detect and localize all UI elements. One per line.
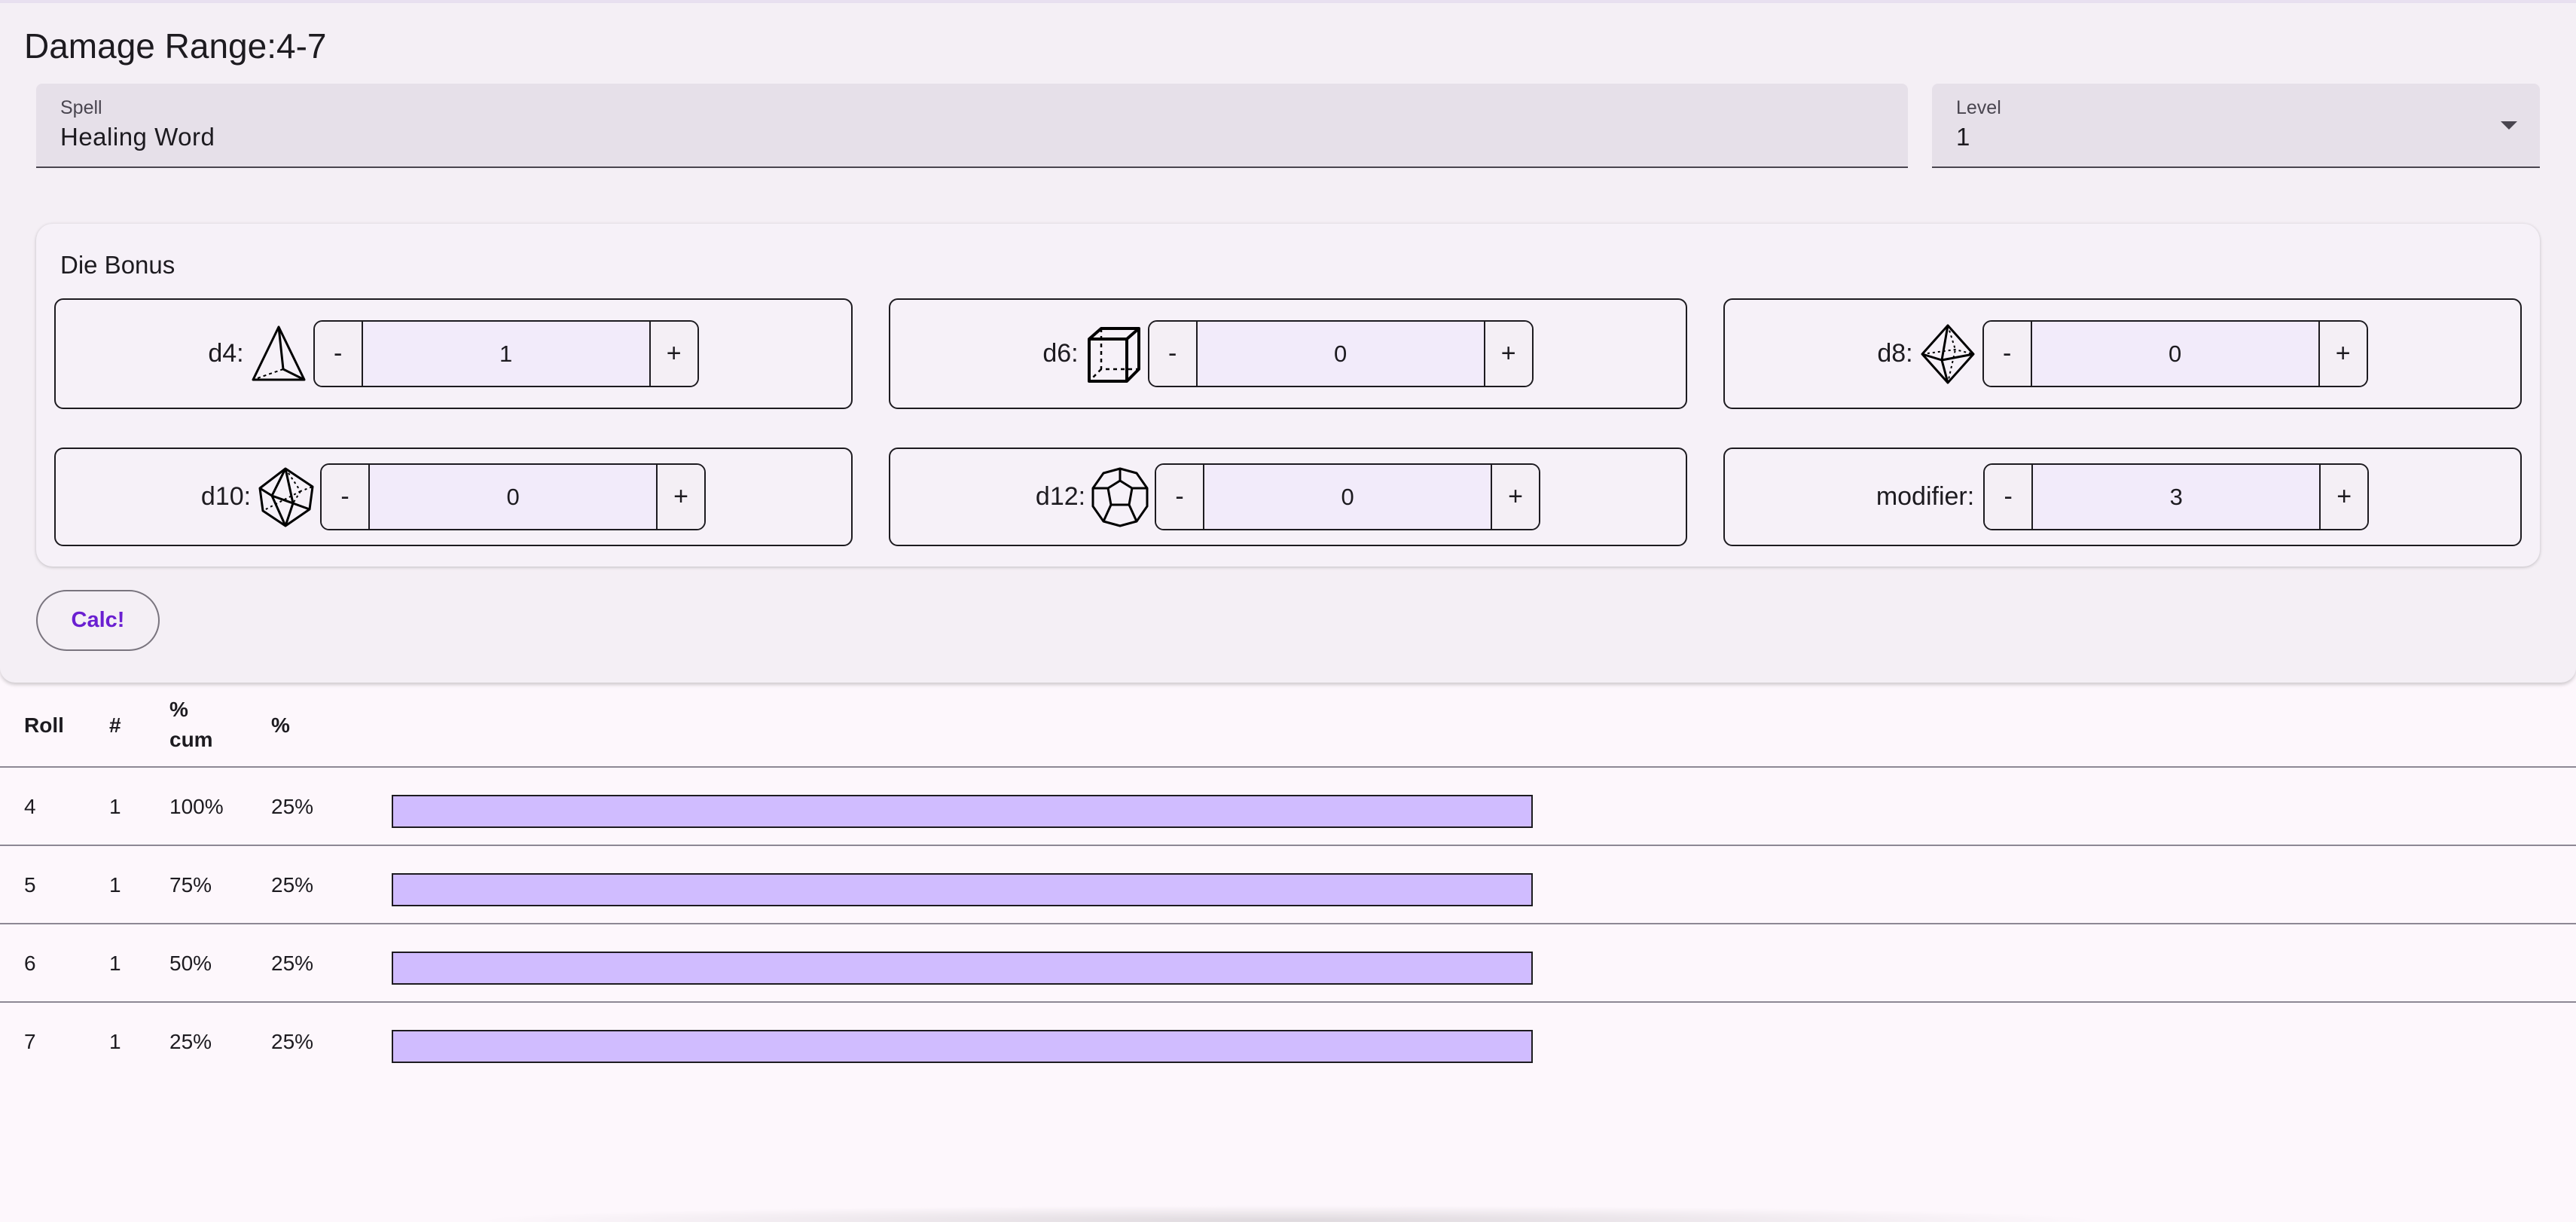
modifier-decrement-button[interactable]: - [1985,465,2034,529]
dropdown-arrow-icon[interactable] [2501,121,2517,130]
header-cum-line1: % [169,698,188,721]
modifier-value[interactable]: 3 [2033,465,2320,529]
die-box-d4: d4: - 1 + [54,298,853,409]
table-row: 4 1 100% 25% [0,768,2576,846]
die-box-d12: d12: - 0 + [889,448,1687,546]
die-label-d4: d4: [208,339,244,368]
cell-cum: 100% [169,795,224,818]
probability-bar-track [392,795,1533,828]
d12-stepper[interactable]: - 0 + [1155,463,1541,530]
d10-pentagonal-trapezohedron-icon [255,466,316,529]
level-select[interactable]: Level 1 [1932,84,2540,168]
modifier-increment-button[interactable]: + [2319,465,2368,529]
d10-stepper[interactable]: - 0 + [320,463,707,530]
d8-stepper[interactable]: - 0 + [1982,320,2368,387]
cell-cum: 75% [169,873,212,897]
cell-percent: 25% [271,952,314,975]
d8-count-value[interactable]: 0 [2031,322,2318,386]
cell-cum: 25% [169,1030,212,1053]
cell-count: 1 [109,795,121,818]
table-row: 6 1 50% 25% [0,924,2576,1003]
d8-increment-button[interactable]: + [2318,322,2367,386]
probability-bar [392,1030,1533,1063]
probability-bar-track [392,873,1533,906]
cell-roll: 4 [24,795,36,818]
d6-decrement-button[interactable]: - [1149,322,1198,386]
d6-count-value[interactable]: 0 [1197,322,1484,386]
d10-decrement-button[interactable]: - [322,465,371,529]
cell-count: 1 [109,1030,121,1053]
d12-dodecahedron-icon [1090,466,1150,529]
d6-cube-icon [1083,322,1143,386]
cell-percent: 25% [271,1030,314,1053]
header-percent: % [271,713,290,737]
level-select-value[interactable]: 1 [1956,123,1970,151]
results-table-header: Roll # % cum % [0,687,2576,768]
header-count: # [109,713,121,737]
level-select-label: Level [1956,97,2001,118]
probability-bar-track [392,1030,1533,1063]
die-box-d10: d10: - 0 + [54,448,853,546]
table-row: 7 1 25% 25% [0,1003,2576,1081]
die-label-d6: d6: [1042,339,1079,368]
cell-roll: 7 [24,1030,36,1053]
d10-increment-button[interactable]: + [656,465,705,529]
header-cum-line2: cum [169,728,213,751]
spell-field[interactable]: Spell Healing Word [36,84,1908,168]
die-box-d8: d8: - 0 + [1723,298,2522,409]
table-row: 5 1 75% 25% [0,846,2576,924]
die-label-d10: d10: [200,482,252,511]
die-bonus-title: Die Bonus [60,251,175,279]
die-label-d8: d8: [1877,339,1913,368]
d12-count-value[interactable]: 0 [1204,465,1491,529]
cell-roll: 6 [24,952,36,975]
damage-range-title: Damage Range:4-7 [24,26,327,66]
die-box-d6: d6: - 0 + [889,298,1687,409]
d4-decrement-button[interactable]: - [314,322,363,386]
d4-increment-button[interactable]: + [649,322,697,386]
cell-percent: 25% [271,873,314,897]
calc-button[interactable]: Calc! [36,590,160,651]
d4-tetrahedron-icon [249,322,309,386]
cell-count: 1 [109,873,121,897]
modifier-label: modifier: [1876,482,1975,511]
probability-bar [392,795,1533,828]
calculator-card: Damage Range:4-7 Spell Healing Word Leve… [0,3,2576,683]
d10-count-value[interactable]: 0 [370,465,657,529]
modifier-stepper[interactable]: - 3 + [1983,463,2370,530]
probability-bar [392,952,1533,985]
d12-increment-button[interactable]: + [1491,465,1540,529]
die-bonus-panel: Die Bonus d4: - 1 + d6: - 0 + d8: - 0 + … [36,224,2540,567]
spell-field-label: Spell [60,97,102,118]
die-box-modifier: modifier: - 3 + [1723,448,2522,546]
probability-bar [392,873,1533,906]
cell-cum: 50% [169,952,212,975]
d4-count-value[interactable]: 1 [362,322,649,386]
d6-stepper[interactable]: - 0 + [1147,320,1534,387]
bottom-shadow [467,1205,2109,1222]
cell-roll: 5 [24,873,36,897]
cell-percent: 25% [271,795,314,818]
spell-field-value[interactable]: Healing Word [60,123,215,151]
d4-stepper[interactable]: - 1 + [313,320,699,387]
probability-bar-track [392,952,1533,985]
results-table: Roll # % cum % 4 1 100% 25% 5 1 75% 25% … [0,687,2576,1081]
d8-octahedron-icon [1918,322,1978,386]
die-label-d12: d12: [1035,482,1086,511]
d12-decrement-button[interactable]: - [1156,465,1205,529]
header-roll: Roll [24,713,64,737]
d8-decrement-button[interactable]: - [1983,322,2032,386]
cell-count: 1 [109,952,121,975]
d6-increment-button[interactable]: + [1483,322,1532,386]
